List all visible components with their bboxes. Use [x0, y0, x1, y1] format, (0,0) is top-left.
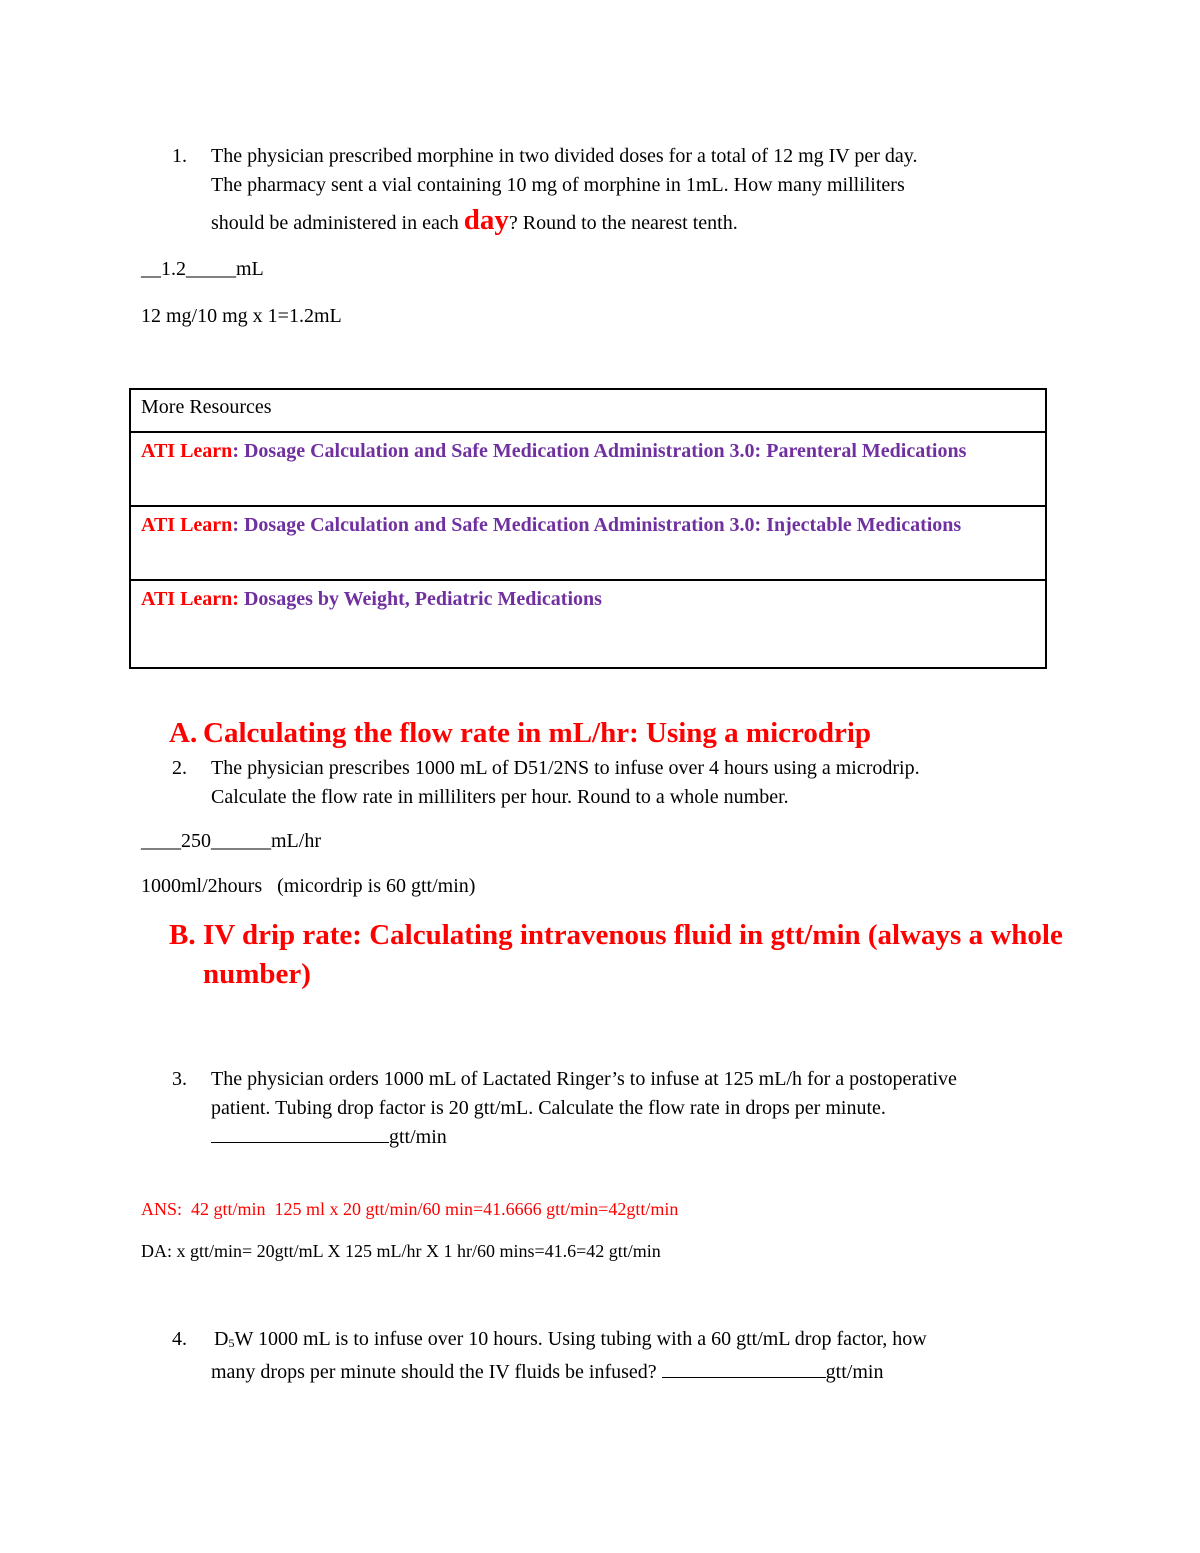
- question-text: W 1000 mL is to infuse over 10 hours. Us…: [234, 1328, 927, 1350]
- question-text-line: many drops per minute should the IV flui…: [211, 1358, 1112, 1387]
- work-line-2: 1000ml/2hours (micordrip is 60 gtt/min): [141, 875, 476, 897]
- question-number: 1.: [172, 145, 187, 167]
- work-line-1: 12 mg/10 mg x 1=1.2mL: [141, 305, 342, 327]
- question-text-line: The pharmacy sent a vial containing 10 m…: [211, 174, 905, 196]
- question-text: ? Round to the nearest tenth.: [508, 212, 738, 234]
- resource-separator: :: [232, 514, 244, 536]
- question-2: 2. The physician prescribes 1000 mL of D…: [172, 754, 1112, 812]
- question-text-line: Calculate the flow rate in milliliters p…: [211, 786, 789, 808]
- answer-unit: gtt/min: [389, 1126, 447, 1148]
- resource-link-parenteral[interactable]: ATI Learn: Dosage Calculation and Safe M…: [129, 431, 1047, 507]
- question-4: 4. D5W 1000 mL is to infuse over 10 hour…: [172, 1325, 1112, 1387]
- resources-header: More Resources: [129, 388, 1047, 433]
- resource-prefix: ATI Learn: [141, 440, 233, 462]
- answer-blank[interactable]: [661, 1359, 826, 1378]
- question-text-line: D5W 1000 mL is to infuse over 10 hours. …: [214, 1325, 1112, 1358]
- answer-explanation: ANS: 42 gtt/min 125 ml x 20 gtt/min/60 m…: [141, 1199, 679, 1219]
- more-resources-table: More Resources ATI Learn: Dosage Calcula…: [129, 388, 1047, 669]
- question-text-line: should be administered in each day? Roun…: [211, 206, 1112, 238]
- question-text-line: The physician prescribed morphine in two…: [211, 145, 918, 167]
- resource-link-pediatric[interactable]: ATI Learn: Dosages by Weight, Pediatric …: [129, 579, 1047, 669]
- section-a-heading: A. Calculating the flow rate in mL/hr: U…: [169, 714, 1069, 753]
- question-text: D: [214, 1328, 229, 1350]
- answer-unit: gtt/min: [825, 1361, 884, 1383]
- resource-prefix: ATI Learn: [141, 514, 233, 536]
- question-number: 4.: [172, 1328, 187, 1350]
- resource-separator: :: [232, 440, 244, 462]
- section-title: IV drip rate: Calculating intravenous fl…: [203, 919, 1063, 990]
- resource-link-injectable[interactable]: ATI Learn: Dosage Calculation and Safe M…: [129, 505, 1047, 581]
- resource-title[interactable]: Dosage Calculation and Safe Medication A…: [244, 440, 966, 462]
- answer-line-1: __1.2_____mL: [141, 258, 264, 280]
- section-title: Calculating the flow rate in mL/hr: Usin…: [203, 717, 872, 749]
- resource-title[interactable]: Dosage Calculation and Safe Medication A…: [244, 514, 961, 536]
- question-text-line: The physician prescribes 1000 mL of D51/…: [211, 757, 920, 779]
- question-1: 1. The physician prescribed morphine in …: [172, 142, 1112, 238]
- question-number: 3.: [172, 1068, 187, 1090]
- question-text: many drops per minute should the IV flui…: [211, 1361, 662, 1383]
- section-letter: B.: [169, 919, 196, 951]
- question-3: 3. The physician orders 1000 mL of Lacta…: [172, 1065, 1132, 1152]
- question-text-line: patient. Tubing drop factor is 20 gtt/mL…: [211, 1097, 886, 1119]
- section-b-heading: B. IV drip rate: Calculating intravenous…: [169, 916, 1069, 994]
- dimensional-analysis: DA: x gtt/min= 20gtt/mL X 125 mL/hr X 1 …: [141, 1241, 661, 1261]
- emphasis-day: day: [463, 204, 509, 236]
- section-letter: A.: [169, 717, 198, 749]
- answer-blank[interactable]: [211, 1124, 389, 1143]
- question-text-line: The physician orders 1000 mL of Lactated…: [211, 1068, 957, 1090]
- resource-title[interactable]: Dosages by Weight, Pediatric Medications: [244, 588, 602, 610]
- answer-blank-line: gtt/min: [211, 1123, 1132, 1152]
- resource-prefix: ATI Learn:: [141, 588, 239, 610]
- answer-line-2: ____250______mL/hr: [141, 830, 321, 852]
- question-text: should be administered in each: [211, 212, 464, 234]
- question-number: 2.: [172, 757, 187, 779]
